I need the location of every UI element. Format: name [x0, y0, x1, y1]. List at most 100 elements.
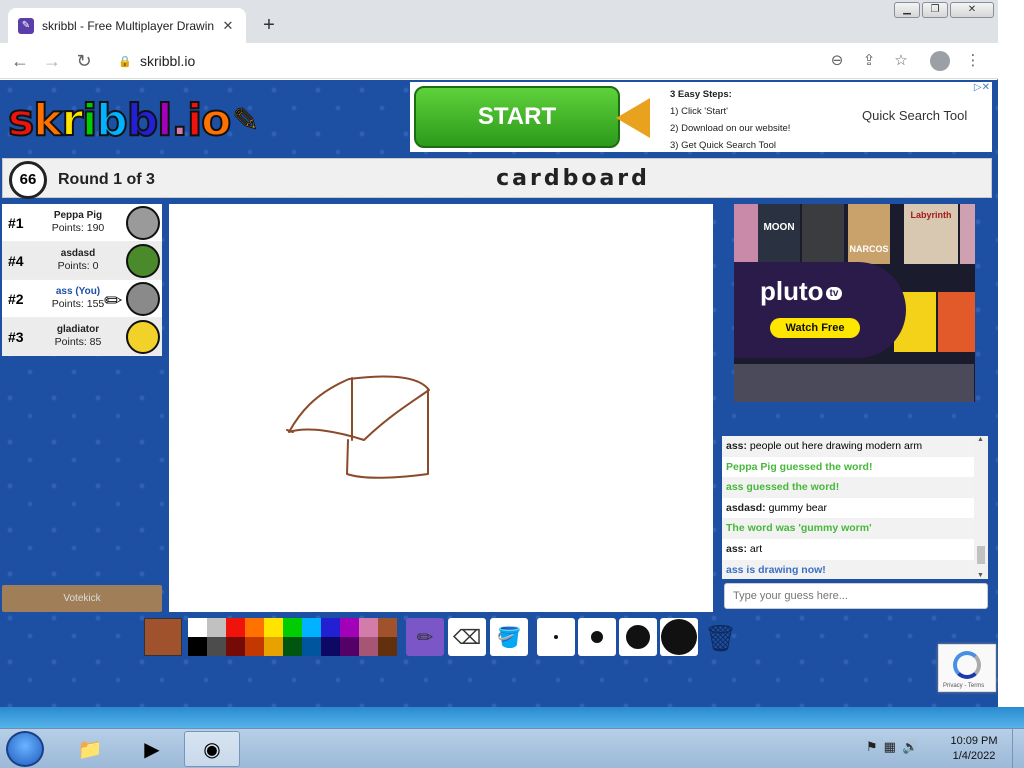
ad-poster: MOON: [758, 204, 800, 264]
chat-text: ass is drawing now!: [726, 563, 826, 576]
ad-close-icon[interactable]: ▷✕: [974, 82, 990, 93]
chrome-taskbar-icon[interactable]: ◉: [184, 731, 240, 767]
volume-icon[interactable]: 🔊: [902, 739, 918, 755]
color-swatch[interactable]: [340, 618, 359, 637]
chat-scrollbar[interactable]: ▲ ▼: [974, 436, 988, 579]
color-swatch[interactable]: [207, 618, 226, 637]
watch-free-button[interactable]: Watch Free: [770, 318, 860, 338]
tab-title: skribbl - Free Multiplayer Drawin: [42, 18, 215, 33]
color-swatch[interactable]: [321, 618, 340, 637]
skribbl-page: skribbl.io ✎ START 3 Easy Steps: 1) Clic…: [0, 80, 998, 707]
color-swatch[interactable]: [302, 618, 321, 637]
color-swatch[interactable]: [245, 618, 264, 637]
media-player-icon[interactable]: ▶: [124, 731, 180, 767]
chat-author: asdasd:: [726, 501, 766, 514]
action-center-flag-icon[interactable]: ⚑: [866, 739, 878, 755]
window-controls: ▁ ❐ ✕: [894, 2, 994, 18]
scroll-down-icon[interactable]: ▼: [977, 572, 984, 579]
new-tab-icon[interactable]: +: [258, 14, 280, 36]
forward-icon[interactable]: →: [40, 49, 64, 73]
brush-size-xlarge-dot: [661, 619, 697, 655]
brush-size-medium-dot: [591, 631, 603, 643]
color-swatch[interactable]: [340, 637, 359, 656]
ad-poster: [734, 364, 974, 402]
player-name: asdasd: [60, 248, 96, 259]
bookmark-star-icon[interactable]: ☆: [889, 49, 913, 73]
round-indicator: Round 1 of 3: [58, 171, 155, 188]
chat-author: ass:: [726, 542, 748, 555]
player-avatar: [126, 244, 160, 278]
color-swatch[interactable]: [188, 637, 207, 656]
fill-bucket-tool-icon[interactable]: 🪣: [490, 618, 528, 656]
color-swatch[interactable]: [226, 637, 245, 656]
color-swatch[interactable]: [359, 637, 378, 656]
address-bar[interactable]: 🔒 skribbl.io: [108, 47, 868, 75]
player-row[interactable]: #1 Peppa Pig Points: 190: [2, 204, 162, 242]
chat-text: ass guessed the word!: [726, 481, 840, 494]
pluto-brand: pluto: [760, 276, 824, 306]
system-tray: ⚑ ▦ 🔊: [866, 739, 918, 755]
votekick-button[interactable]: Votekick: [2, 585, 162, 612]
color-swatch[interactable]: [207, 637, 226, 656]
player-points: Points: 85: [54, 336, 102, 348]
brush-size-large-button[interactable]: [619, 618, 657, 656]
zoom-icon[interactable]: ⊖: [825, 49, 849, 73]
ad-step-3: 3) Get Quick Search Tool: [670, 140, 776, 151]
back-icon[interactable]: ←: [8, 49, 32, 73]
menu-kebab-icon[interactable]: ⋮: [961, 49, 985, 73]
top-advertisement[interactable]: START 3 Easy Steps: 1) Click 'Start' 2) …: [410, 82, 992, 152]
share-icon[interactable]: ⇪: [857, 49, 881, 73]
brush-size-large-dot: [626, 625, 650, 649]
color-swatch[interactable]: [226, 618, 245, 637]
taskbar-clock[interactable]: 10:09 PM 1/4/2022: [944, 734, 1004, 764]
browser-tab[interactable]: ✎ skribbl - Free Multiplayer Drawin ✕: [8, 8, 246, 43]
ad-poster: Labyrinth: [904, 204, 958, 264]
windows-start-button[interactable]: [6, 731, 44, 767]
profile-avatar-icon[interactable]: [930, 51, 950, 71]
player-rank: #4: [8, 253, 24, 269]
file-explorer-icon[interactable]: 📁: [62, 731, 118, 767]
clear-canvas-trash-icon[interactable]: 🗑: [704, 620, 737, 656]
network-icon[interactable]: ▦: [884, 739, 896, 755]
restore-button[interactable]: ❐: [922, 2, 948, 18]
drawing-canvas[interactable]: [169, 204, 713, 612]
brush-size-small-button[interactable]: [537, 618, 575, 656]
lock-icon: 🔒: [118, 56, 132, 68]
minimize-button[interactable]: ▁: [894, 2, 920, 18]
color-swatch[interactable]: [378, 618, 397, 637]
pencil-tool-icon[interactable]: ✏: [406, 618, 444, 656]
show-desktop-button[interactable]: [1012, 729, 1024, 768]
side-advertisement[interactable]: MOON NARCOS Labyrinth pluto tv Watch Free: [734, 204, 975, 402]
ad-poster: NARCOS: [848, 204, 890, 264]
tab-close-icon[interactable]: ✕: [220, 18, 236, 34]
brush-size-xlarge-button[interactable]: [660, 618, 698, 656]
browser-window: ✎ skribbl - Free Multiplayer Drawin ✕ + …: [0, 0, 998, 707]
chat-author: ass:: [726, 440, 748, 452]
drawing-pencil-icon: ✏: [104, 288, 123, 313]
color-swatch[interactable]: [264, 637, 283, 656]
eraser-tool-icon[interactable]: ⌫: [448, 618, 486, 656]
timer-clock-icon: 66: [9, 161, 47, 199]
ad-start-button[interactable]: START: [414, 86, 620, 148]
recaptcha-badge[interactable]: Privacy - Terms: [938, 644, 996, 692]
color-swatch[interactable]: [321, 637, 340, 656]
reload-icon[interactable]: ↻: [72, 49, 96, 73]
color-swatch[interactable]: [283, 618, 302, 637]
chat-scrollbar-thumb[interactable]: [977, 546, 985, 564]
color-swatch[interactable]: [283, 637, 302, 656]
color-swatch[interactable]: [359, 618, 378, 637]
player-row[interactable]: #4 asdasd Points: 0: [2, 242, 162, 280]
scroll-up-icon[interactable]: ▲: [977, 436, 984, 443]
guess-input[interactable]: [724, 583, 988, 609]
color-swatch[interactable]: [264, 618, 283, 637]
color-swatch[interactable]: [188, 618, 207, 637]
color-swatch[interactable]: [302, 637, 321, 656]
player-name: Peppa Pig: [53, 210, 103, 221]
brush-size-medium-button[interactable]: [578, 618, 616, 656]
player-row[interactable]: #3 gladiator Points: 85: [2, 318, 162, 356]
close-window-button[interactable]: ✕: [950, 2, 994, 18]
color-swatch[interactable]: [245, 637, 264, 656]
ad-brand: Quick Search Tool: [862, 108, 968, 123]
player-row[interactable]: #2 ass (You) Points: 155 ✏: [2, 280, 162, 318]
color-swatch[interactable]: [378, 637, 397, 656]
